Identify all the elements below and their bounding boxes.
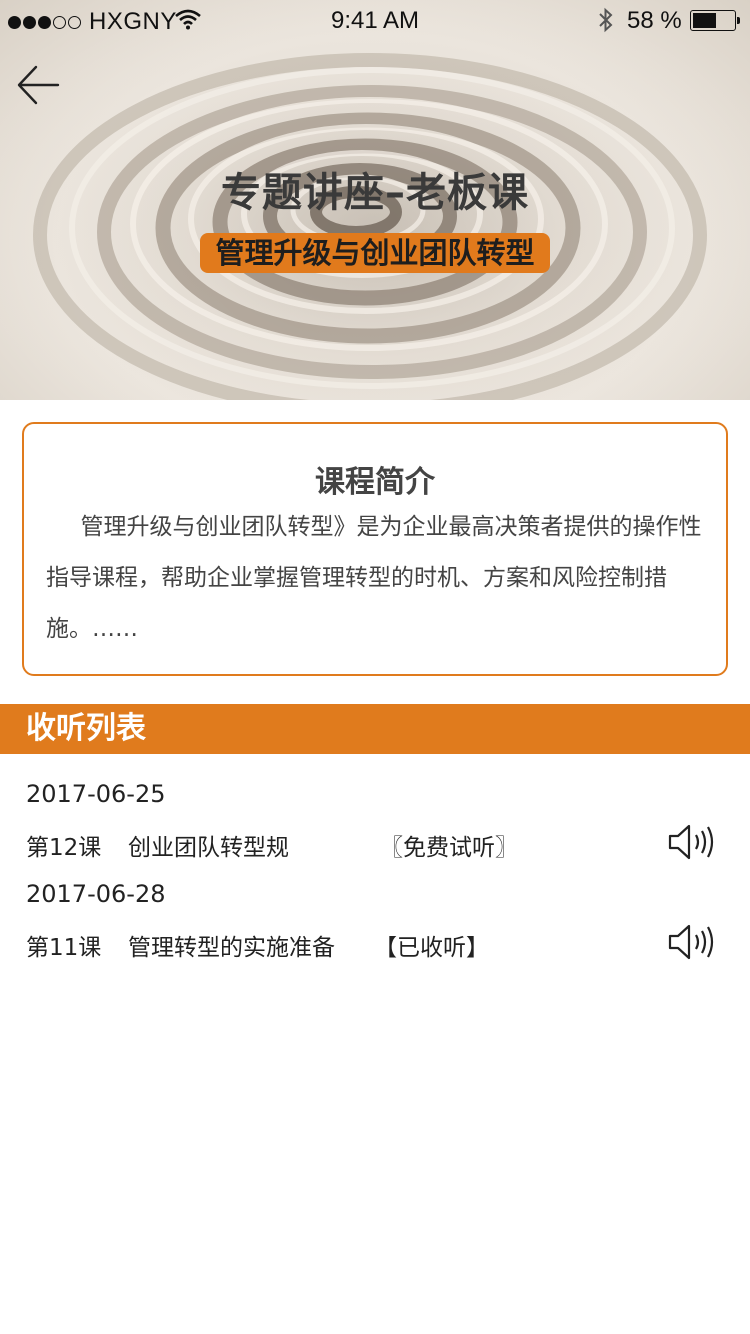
- lesson-row[interactable]: 第11课 管理转型的实施准备 【已收听】: [0, 924, 750, 964]
- course-intro-card: 课程简介 管理升级与创业团队转型》是为企业最高决策者提供的操作性指导课程，帮助企…: [22, 422, 728, 676]
- battery-icon: [690, 10, 740, 31]
- list-item: 2017-06-28 第11课 管理转型的实施准备 【已收听】: [0, 854, 750, 961]
- back-arrow-icon[interactable]: [16, 62, 62, 108]
- lesson-list: 2017-06-25 第12课 创业团队转型规 〖免费试听〗 2017-06-2…: [0, 754, 750, 961]
- lesson-status: 【已收听】: [374, 935, 489, 961]
- listen-list-header: 收听列表: [0, 704, 750, 754]
- intro-title: 课程简介: [315, 465, 435, 500]
- lesson-number: 第11课: [26, 935, 102, 961]
- status-bar: HXGNY 9:41 AM 58 %: [0, 0, 750, 40]
- bluetooth-icon: [599, 7, 613, 33]
- hero-banner: HXGNY 9:41 AM 58 % 专题讲座–老板课 管理升级与创业团队转型: [0, 0, 750, 400]
- lesson-date: 2017-06-28: [26, 880, 166, 908]
- lesson-date: 2017-06-25: [26, 780, 166, 808]
- list-item: 2017-06-25 第12课 创业团队转型规 〖免费试听〗: [0, 754, 750, 861]
- course-subtitle-badge: 管理升级与创业团队转型: [200, 233, 550, 273]
- speaker-icon[interactable]: [666, 922, 722, 962]
- battery-percentage: 58 %: [627, 7, 682, 34]
- lesson-title: 管理转型的实施准备: [128, 935, 335, 961]
- battery-level: [693, 13, 716, 28]
- page: HXGNY 9:41 AM 58 % 专题讲座–老板课 管理升级与创业团队转型: [0, 0, 750, 1334]
- page-title: 专题讲座–老板课: [221, 170, 529, 216]
- intro-text: 管理升级与创业团队转型》是为企业最高决策者提供的操作性指导课程，帮助企业掌握管理…: [46, 514, 702, 642]
